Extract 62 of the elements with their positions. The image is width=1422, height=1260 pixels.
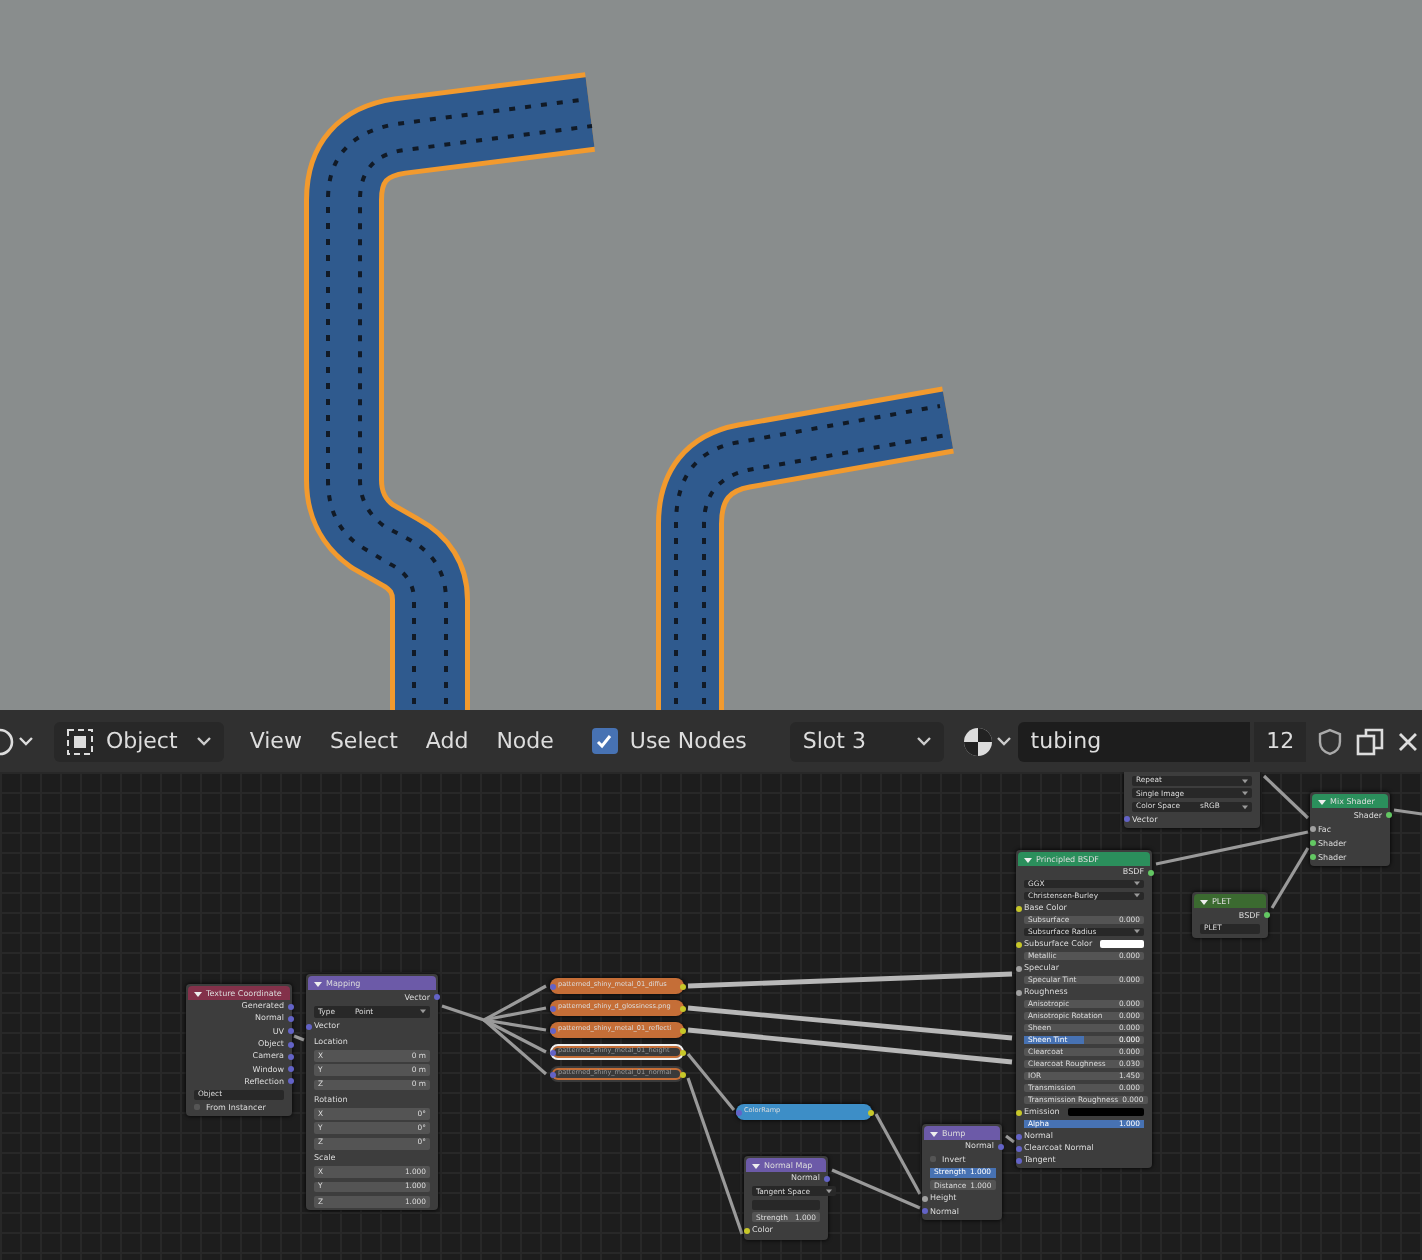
caret-icon: [420, 1008, 426, 1015]
color-swatch[interactable]: [1067, 1107, 1144, 1117]
use-nodes-checkbox[interactable]: [591, 728, 618, 754]
input-field[interactable]: [752, 1199, 820, 1210]
socket-icon[interactable]: [1309, 840, 1315, 846]
object-select-icon: [65, 727, 94, 755]
socket-icon[interactable]: [679, 1027, 685, 1033]
socket-icon[interactable]: [1309, 854, 1315, 860]
node-panel[interactable]: [1016, 850, 1152, 1168]
node-link: [1005, 1134, 1015, 1144]
collapse-arrow-icon[interactable]: [930, 1129, 938, 1137]
socket-icon[interactable]: [1385, 812, 1391, 818]
socket-icon[interactable]: [679, 1005, 685, 1011]
socket-icon[interactable]: [1015, 1109, 1021, 1115]
close-icon[interactable]: [1394, 727, 1422, 755]
socket-icon[interactable]: [549, 1049, 555, 1055]
caret-icon: [826, 1188, 833, 1195]
collapse-arrow-icon[interactable]: [314, 979, 322, 987]
menu-item[interactable]: View: [235, 721, 316, 761]
socket-icon[interactable]: [1147, 869, 1153, 875]
socket-icon[interactable]: [1015, 941, 1021, 947]
caret-icon: [195, 735, 212, 747]
socket-icon[interactable]: [867, 1109, 873, 1115]
socket-icon[interactable]: [679, 1049, 685, 1055]
material-sphere-icon: [962, 725, 1015, 757]
menu-item[interactable]: Select: [315, 721, 412, 761]
node-link: [293, 1034, 305, 1042]
shield-icon[interactable]: [1314, 725, 1347, 757]
socket-icon[interactable]: [1015, 989, 1021, 995]
collapse-arrow-icon[interactable]: [1318, 797, 1326, 805]
menu-item[interactable]: Add: [411, 721, 483, 761]
menu-item[interactable]: Node: [482, 721, 568, 761]
use-nodes-label: Use Nodes: [629, 728, 747, 754]
socket-icon[interactable]: [1015, 965, 1021, 971]
node-link: [1393, 808, 1422, 816]
caret-icon: [916, 735, 933, 747]
socket-icon[interactable]: [1263, 912, 1269, 918]
collapse-arrow-icon[interactable]: [1200, 897, 1208, 905]
socket-icon[interactable]: [679, 1071, 685, 1077]
collapse-arrow-icon[interactable]: [752, 1161, 760, 1169]
socket-icon[interactable]: [549, 1005, 555, 1011]
color-swatch[interactable]: [1100, 939, 1144, 949]
caret-icon: [1134, 928, 1140, 935]
socket-icon[interactable]: [549, 983, 555, 989]
socket-icon[interactable]: [921, 1195, 927, 1202]
copy-icon[interactable]: [1354, 725, 1387, 757]
socket-icon[interactable]: [679, 983, 685, 989]
socket-icon[interactable]: [743, 1227, 749, 1234]
checkmark-icon: [594, 731, 615, 751]
slot-dropdown[interactable]: Slot 3: [790, 721, 945, 761]
socket-icon[interactable]: [1015, 905, 1021, 911]
collapse-arrow-icon[interactable]: [1024, 855, 1032, 863]
material-name-field[interactable]: tubing: [1018, 721, 1251, 761]
socket-icon[interactable]: [735, 1109, 741, 1115]
node-link: [1262, 774, 1310, 820]
node-canvas[interactable]: [0, 772, 1422, 1260]
collapse-arrow-icon[interactable]: [194, 989, 202, 997]
socket-icon[interactable]: [1309, 826, 1315, 832]
object-type-dropdown[interactable]: Object: [53, 721, 224, 761]
editor-type-icon[interactable]: [0, 727, 36, 755]
user-count[interactable]: 12: [1254, 721, 1307, 761]
socket-icon[interactable]: [549, 1027, 555, 1033]
